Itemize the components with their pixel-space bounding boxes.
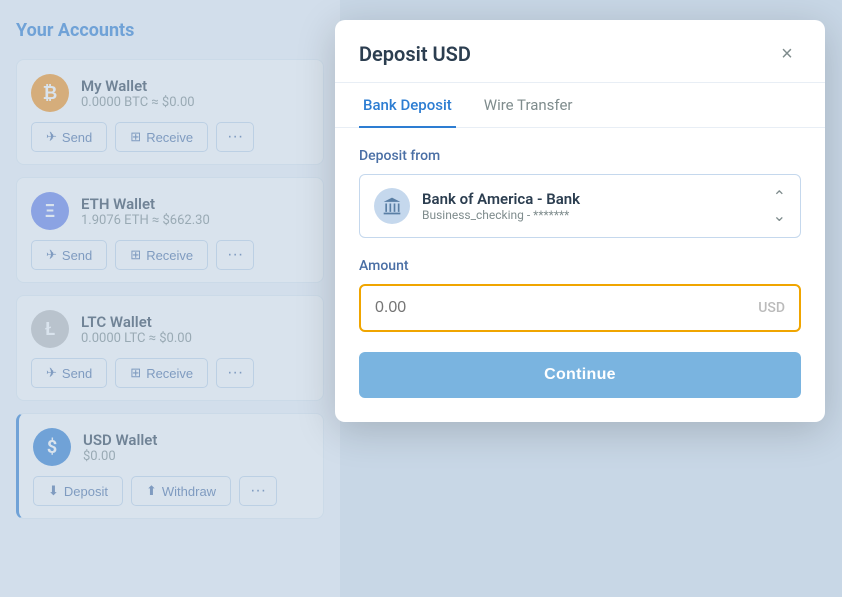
modal-close-button[interactable]: × xyxy=(773,40,801,68)
tab-wire-transfer[interactable]: Wire Transfer xyxy=(480,84,577,128)
deposit-modal: Deposit USD × Bank Deposit Wire Transfer… xyxy=(335,20,825,422)
modal-title: Deposit USD xyxy=(359,42,471,66)
bank-left: Bank of America - Bank Business_checking… xyxy=(374,188,580,224)
bank-sub: Business_checking - ******* xyxy=(422,208,580,222)
amount-section: Amount USD xyxy=(359,258,801,332)
amount-input[interactable] xyxy=(375,299,758,317)
bank-name: Bank of America - Bank xyxy=(422,190,580,208)
amount-label: Amount xyxy=(359,258,801,274)
amount-input-wrap: USD xyxy=(359,284,801,332)
bank-selector[interactable]: Bank of America - Bank Business_checking… xyxy=(359,174,801,238)
currency-label: USD xyxy=(758,300,785,316)
continue-button[interactable]: Continue xyxy=(359,352,801,398)
bank-icon xyxy=(374,188,410,224)
modal-body: Deposit from Bank of America - Bank Busi… xyxy=(335,128,825,422)
deposit-from-label: Deposit from xyxy=(359,148,801,164)
modal-tabs: Bank Deposit Wire Transfer xyxy=(335,83,825,128)
bank-details: Bank of America - Bank Business_checking… xyxy=(422,190,580,222)
modal-header: Deposit USD × xyxy=(335,20,825,83)
chevron-up-down-icon: ⌃⌄ xyxy=(773,187,786,225)
tab-bank-deposit[interactable]: Bank Deposit xyxy=(359,84,456,128)
